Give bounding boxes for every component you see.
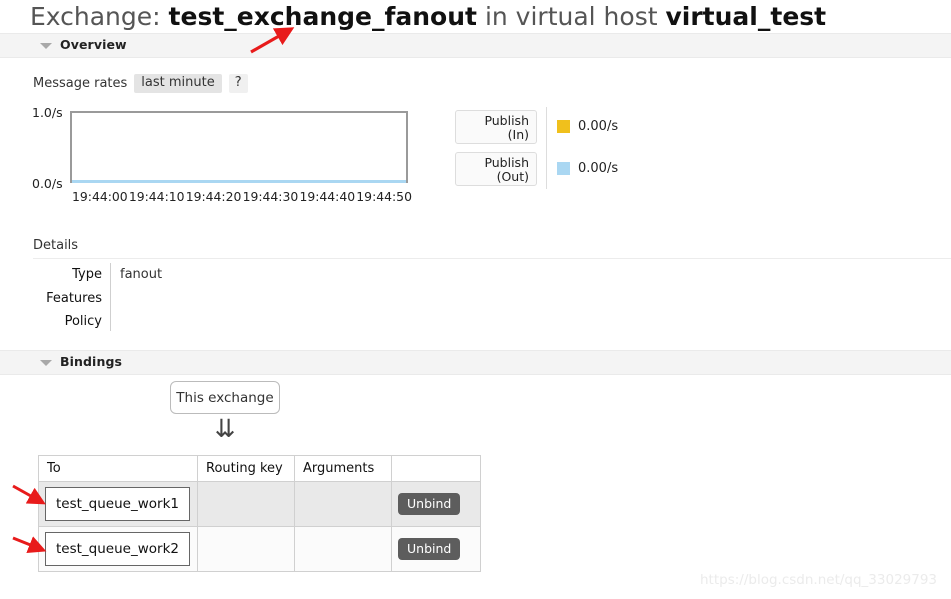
column-header-actions: [391, 455, 481, 482]
unbind-button[interactable]: Unbind: [398, 538, 461, 560]
details-key-features: Features: [46, 291, 102, 306]
chart-x-tick: 19:44:00: [72, 189, 128, 204]
binding-to-cell: test_queue_work2: [38, 526, 198, 572]
help-icon[interactable]: ?: [228, 74, 248, 93]
details-heading: Details: [33, 238, 79, 253]
annotation-arrow-icon: [12, 484, 46, 505]
legend-value-publish-in: 0.00/s: [578, 119, 619, 134]
page-title-vhost-name: virtual_test: [665, 2, 827, 31]
page-title-prefix: Exchange:: [30, 2, 161, 31]
column-header-routing-key[interactable]: Routing key: [197, 455, 295, 482]
column-header-arguments[interactable]: Arguments: [294, 455, 392, 482]
message-rates-period-chip[interactable]: last minute: [134, 74, 222, 93]
table-header-row: To Routing key Arguments: [38, 455, 481, 482]
queue-link[interactable]: test_queue_work1: [45, 487, 190, 521]
legend-item-publish-out: 0.00/s: [557, 161, 618, 176]
page-title-middle: in virtual host: [484, 2, 658, 31]
this-exchange-node: This exchange: [170, 381, 280, 414]
series-toggle-publish-out[interactable]: Publish (Out): [455, 152, 537, 186]
message-rates-label: Message rates: [33, 76, 128, 91]
column-header-to[interactable]: To: [38, 455, 198, 482]
chart-y-tick-top: 1.0/s: [32, 105, 63, 120]
binding-action-cell: Unbind: [391, 481, 481, 527]
chart-x-tick: 19:44:50: [356, 189, 412, 204]
queue-link[interactable]: test_queue_work2: [45, 532, 190, 566]
table-row: test_queue_work2 Unbind: [38, 526, 481, 572]
legend-divider: [546, 107, 547, 189]
binding-arguments-cell: [294, 481, 392, 527]
series-toggle-publish-in[interactable]: Publish (In): [455, 110, 537, 144]
page-title-exchange-name: test_exchange_fanout: [168, 2, 477, 31]
series-button-line2: (In): [507, 127, 529, 142]
message-rates-row: Message rates last minute ?: [33, 74, 248, 93]
annotation-arrow-icon: [12, 536, 47, 554]
this-exchange-label: This exchange: [176, 389, 274, 406]
series-button-line1: Publish: [484, 113, 529, 128]
chart-x-tick: 19:44:40: [299, 189, 356, 204]
legend-swatch-icon: [557, 162, 570, 175]
legend-value-publish-out: 0.00/s: [578, 161, 619, 176]
details-key-type: Type: [72, 267, 102, 282]
details-key-policy: Policy: [64, 314, 102, 329]
page-title: Exchange: test_exchange_fanout in virtua…: [30, 2, 826, 32]
double-down-arrow-icon: ⇊: [214, 414, 236, 443]
triangle-down-icon[interactable]: [40, 360, 52, 366]
section-label-overview: Overview: [60, 37, 127, 52]
series-button-line1: Publish: [484, 155, 529, 170]
bindings-table: To Routing key Arguments test_queue_work…: [38, 455, 481, 572]
section-header-overview[interactable]: Overview: [0, 33, 951, 58]
unbind-button[interactable]: Unbind: [398, 493, 461, 515]
binding-routing-key-cell: [197, 481, 295, 527]
chart-x-axis-ticks: 19:44:00 19:44:10 19:44:20 19:44:30 19:4…: [72, 189, 412, 204]
chart-x-tick: 19:44:10: [128, 189, 185, 204]
series-button-line2: (Out): [496, 169, 529, 184]
table-row: test_queue_work1 Unbind: [38, 481, 481, 527]
section-label-bindings: Bindings: [60, 354, 123, 369]
watermark: https://blog.csdn.net/qq_33029793: [700, 572, 938, 588]
binding-to-cell: test_queue_work1: [38, 481, 198, 527]
annotation-arrow-icon: [250, 27, 295, 54]
chart-series-line-publish-out: [72, 180, 406, 183]
binding-arguments-cell: [294, 526, 392, 572]
section-header-bindings[interactable]: Bindings: [0, 350, 951, 375]
details-divider-vertical: [110, 263, 111, 331]
binding-routing-key-cell: [197, 526, 295, 572]
details-divider-horizontal: [33, 258, 951, 259]
details-value-type: fanout: [120, 267, 163, 282]
binding-action-cell: Unbind: [391, 526, 481, 572]
legend-swatch-icon: [557, 120, 570, 133]
chart-plot-area: [70, 111, 408, 183]
chart-x-tick: 19:44:30: [242, 189, 299, 204]
chart-y-tick-bottom: 0.0/s: [32, 176, 63, 191]
chart-x-tick: 19:44:20: [185, 189, 242, 204]
triangle-down-icon[interactable]: [40, 43, 52, 49]
legend-item-publish-in: 0.00/s: [557, 119, 618, 134]
